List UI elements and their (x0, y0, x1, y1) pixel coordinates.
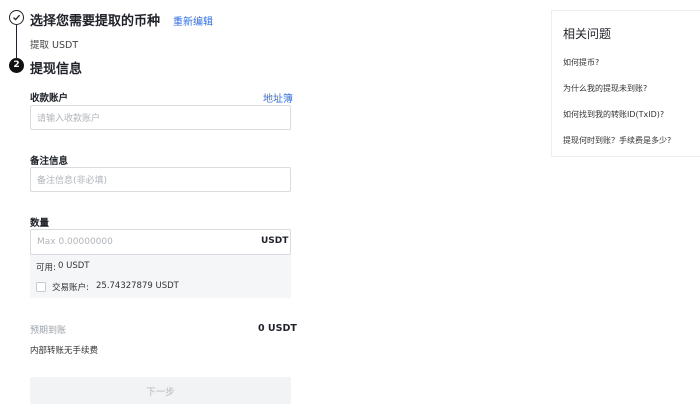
fee-note: 内部转账无手续费 (30, 346, 99, 356)
faq-panel: 相关问题 如何提币? 为什么我的提现未到账? 如何找到我的转账ID(TxID)?… (551, 10, 700, 157)
faq-item-find-txid[interactable]: 如何找到我的转账ID(TxID)? (563, 109, 664, 120)
expected-label: 预期到账 (30, 326, 67, 336)
step1-complete-check-icon (9, 10, 24, 25)
trade-account-balance: 25.74327879 USDT (96, 281, 179, 291)
step2-number-badge: 2 (9, 58, 24, 73)
account-placeholder: 请输入收款账户 (37, 114, 101, 124)
available-label: 可用: (36, 263, 56, 273)
faq-item-how-to-withdraw[interactable]: 如何提币? (563, 57, 599, 68)
faq-item-not-received[interactable]: 为什么我的提现未到账? (563, 83, 647, 94)
step2-title: 提现信息 (30, 62, 83, 77)
address-book-link[interactable]: 地址簿 (263, 90, 293, 105)
amount-placeholder: Max 0.00000000 (37, 237, 113, 247)
step1-title: 选择您需要提取的币种 (30, 14, 161, 29)
next-button[interactable]: 下一步 (30, 377, 291, 404)
amount-label: 数量 (30, 218, 50, 229)
amount-input[interactable]: Max 0.00000000 (30, 229, 291, 255)
note-input[interactable]: 备注信息(非必填) (30, 167, 291, 192)
account-input[interactable]: 请输入收款账户 (30, 105, 291, 130)
selected-currency-text: 提取 USDT (30, 40, 79, 51)
step-connector-line (16, 25, 17, 58)
available-value: 0 USDT (58, 261, 90, 271)
note-placeholder: 备注信息(非必填) (37, 176, 108, 186)
faq-item-timing-fee[interactable]: 提现何时到账？手续费是多少? (563, 135, 671, 146)
trade-account-checkbox[interactable] (36, 282, 46, 292)
faq-title: 相关问题 (563, 27, 612, 41)
edit-currency-link[interactable]: 重新编辑 (173, 13, 213, 28)
amount-unit: USDT (261, 236, 289, 246)
trade-account-label: 交易账户: (52, 283, 89, 293)
account-label: 收款账户 (30, 93, 69, 104)
expected-value: 0 USDT (258, 323, 297, 334)
note-label: 备注信息 (30, 156, 69, 167)
